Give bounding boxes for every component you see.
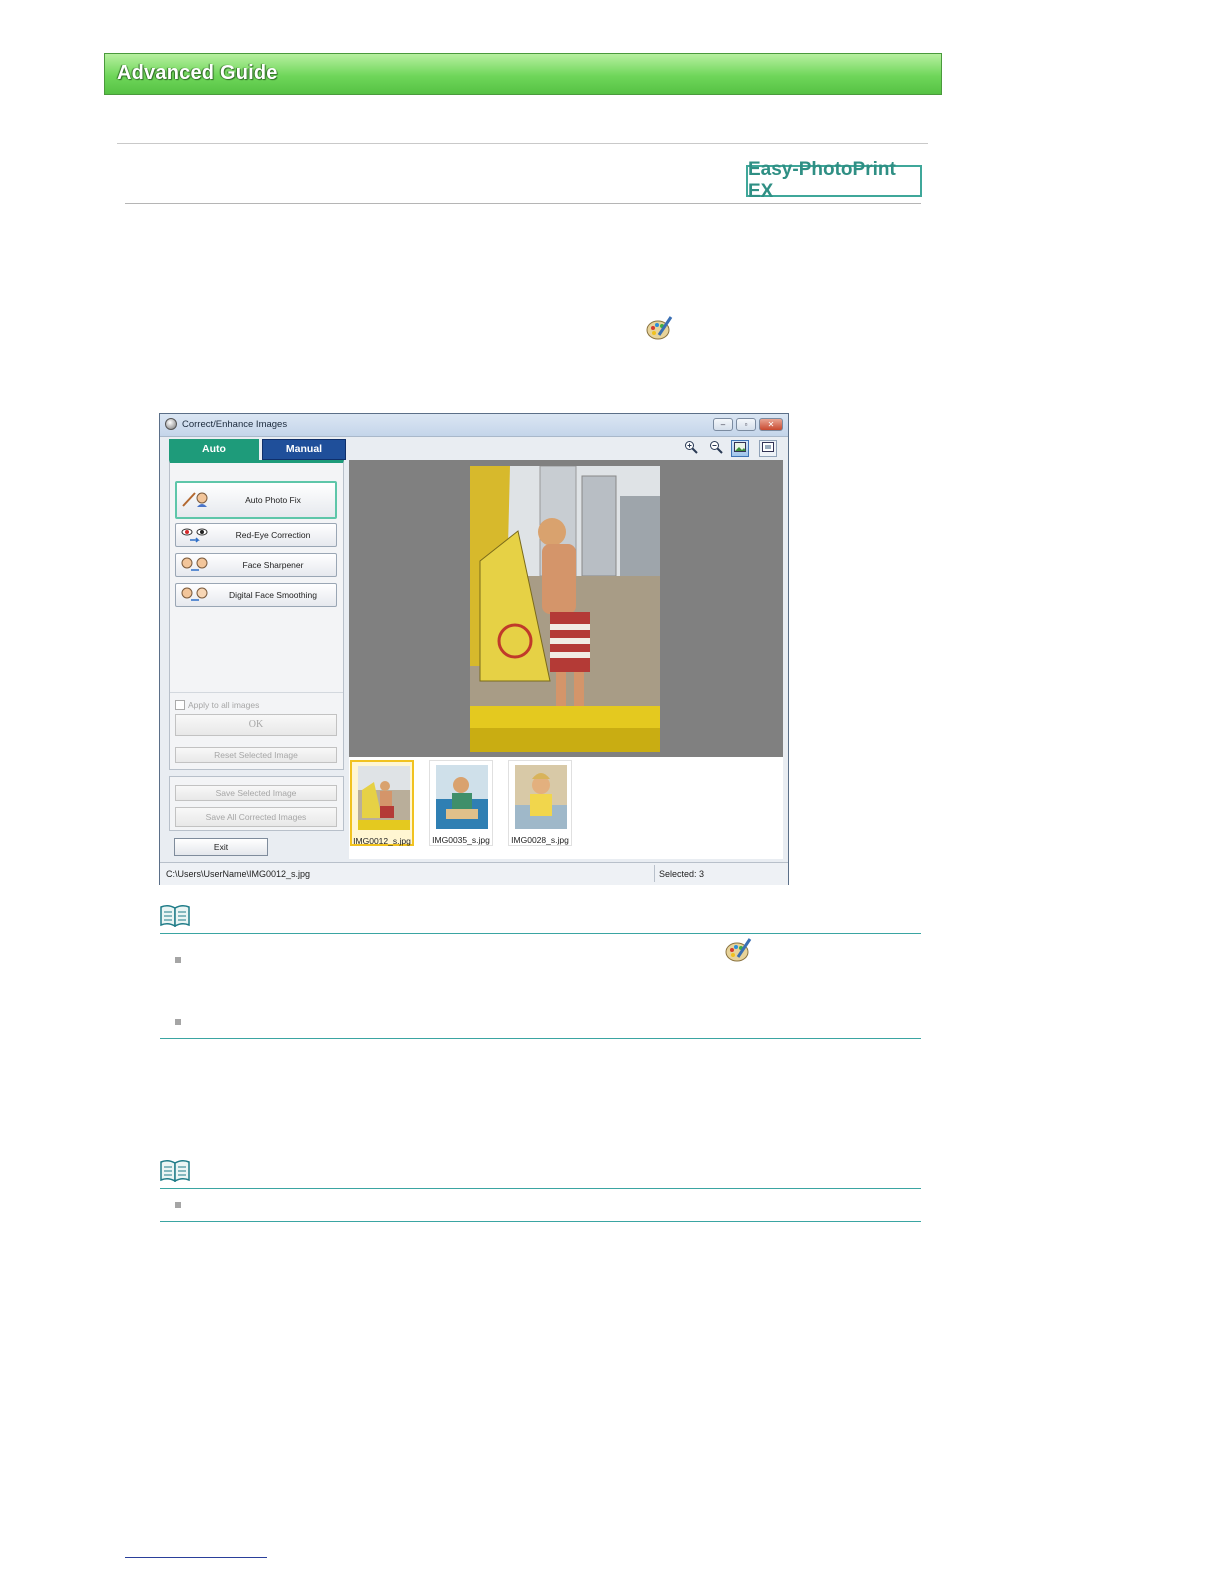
bullet-marker xyxy=(175,957,181,963)
palette-brush-icon xyxy=(645,315,673,348)
save-panel: Save Selected Image Save All Corrected I… xyxy=(169,776,344,831)
thumbnail-image xyxy=(515,765,567,829)
close-icon[interactable]: ✕ xyxy=(759,418,783,431)
thumbnail-filename: IMG0028_s.jpg xyxy=(511,835,569,845)
note-book-icon xyxy=(159,1158,191,1187)
whole-image-icon[interactable] xyxy=(731,440,749,457)
thumbnail-filename: IMG0035_s.jpg xyxy=(432,835,490,845)
header-banner: Advanced Guide xyxy=(104,53,942,95)
auto-photo-fix-button[interactable]: Auto Photo Fix xyxy=(175,481,337,519)
divider-badge xyxy=(125,203,921,204)
note-book-icon xyxy=(159,903,191,932)
checkbox-box[interactable] xyxy=(175,700,185,710)
auto-panel: Auto Photo Fix Red-Eye Correction Face S… xyxy=(169,460,344,770)
divider-top xyxy=(117,143,928,144)
correct-enhance-window: Correct/Enhance Images – ▫ ✕ Auto Manual… xyxy=(159,413,789,885)
save-all-corrected-images-button[interactable]: Save All Corrected Images xyxy=(175,807,337,827)
product-badge: Easy-PhotoPrint EX xyxy=(746,159,922,202)
status-separator xyxy=(654,865,655,882)
apply-to-all-checkbox[interactable]: Apply to all images xyxy=(175,700,259,710)
ok-button[interactable]: OK xyxy=(175,714,337,736)
auto-photo-fix-icon xyxy=(182,492,208,507)
thumbnail-item[interactable]: IMG0035_s.jpg xyxy=(429,760,493,846)
app-icon xyxy=(165,418,177,430)
header-title: Advanced Guide xyxy=(117,62,278,84)
window-titlebar: Correct/Enhance Images – ▫ ✕ xyxy=(160,414,788,437)
digital-face-smoothing-button[interactable]: Digital Face Smoothing xyxy=(175,583,337,607)
bullet-marker xyxy=(175,1202,181,1208)
preview-photo xyxy=(470,466,660,752)
status-selected-count: Selected: 3 xyxy=(659,869,705,879)
apply-to-all-label: Apply to all images xyxy=(188,700,260,710)
red-eye-correction-label: Red-Eye Correction xyxy=(235,530,311,540)
zoom-out-icon[interactable] xyxy=(707,440,725,457)
red-eye-icon xyxy=(181,528,208,543)
note-top-rule xyxy=(160,1188,921,1189)
digital-face-smoothing-icon xyxy=(181,587,208,601)
maximize-icon[interactable]: ▫ xyxy=(736,418,756,431)
thumbnail-strip: IMG0012_s.jpg IMG0035_s.jpg IMG0028_s.jp… xyxy=(349,757,783,859)
tab-manual[interactable]: Manual xyxy=(262,439,346,460)
status-path: C:\Users\UserName\IMG0012_s.jpg xyxy=(166,869,311,879)
face-sharpener-label: Face Sharpener xyxy=(242,560,304,570)
status-bar: C:\Users\UserName\IMG0012_s.jpg Selected… xyxy=(160,862,788,885)
face-sharpener-button[interactable]: Face Sharpener xyxy=(175,553,337,577)
thumbnail-filename: IMG0012_s.jpg xyxy=(353,836,411,846)
thumbnail-item[interactable]: IMG0028_s.jpg xyxy=(508,760,572,846)
note-bottom-rule xyxy=(160,1038,921,1039)
bullet-marker xyxy=(175,1019,181,1025)
digital-face-smoothing-label: Digital Face Smoothing xyxy=(229,590,317,600)
bottom-link-underline[interactable] xyxy=(125,1557,267,1558)
palette-brush-icon xyxy=(724,937,752,970)
note-top-rule xyxy=(160,933,921,934)
save-selected-image-button[interactable]: Save Selected Image xyxy=(175,785,337,801)
panel-divider xyxy=(170,692,343,693)
minimize-icon[interactable]: – xyxy=(713,418,733,431)
thumbnail-image xyxy=(358,766,410,830)
full-screen-icon[interactable] xyxy=(759,440,777,457)
view-toolbar xyxy=(349,436,788,460)
auto-photo-fix-label: Auto Photo Fix xyxy=(245,495,301,505)
reset-selected-image-button[interactable]: Reset Selected Image xyxy=(175,747,337,763)
thumbnail-item[interactable]: IMG0012_s.jpg xyxy=(350,760,414,846)
zoom-in-icon[interactable] xyxy=(682,440,700,457)
thumbnail-image xyxy=(436,765,488,829)
window-title: Correct/Enhance Images xyxy=(182,419,288,430)
red-eye-correction-button[interactable]: Red-Eye Correction xyxy=(175,523,337,547)
note-bottom-rule xyxy=(160,1221,921,1222)
exit-button[interactable]: Exit xyxy=(174,838,268,856)
tab-auto[interactable]: Auto xyxy=(169,439,259,460)
face-sharpener-icon xyxy=(181,557,208,571)
